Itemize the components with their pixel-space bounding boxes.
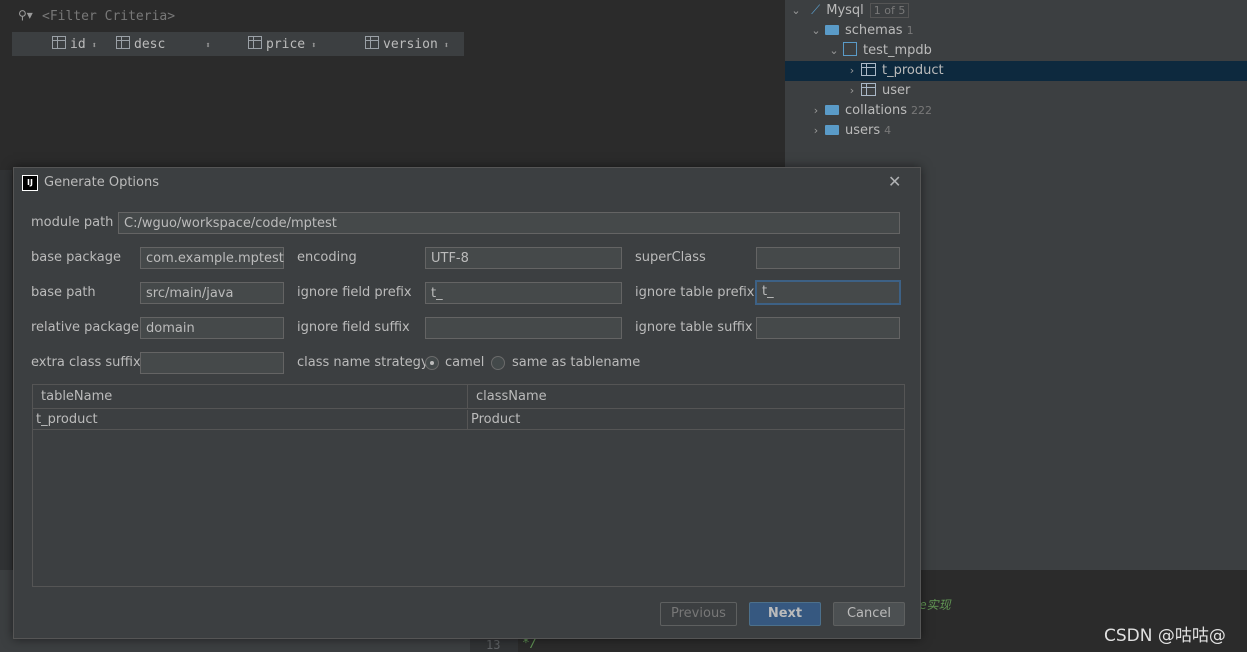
folder-icon bbox=[825, 105, 839, 115]
tree-count: 222 bbox=[910, 104, 932, 117]
column-version[interactable]: version ⬍ bbox=[365, 36, 449, 52]
chevron-down-icon[interactable]: ⌄ bbox=[809, 21, 823, 41]
grid-column-header: id ⬍ desc ⬍ price ⬍ version ⬍ bbox=[12, 32, 464, 56]
sort-icon[interactable]: ⬍ bbox=[205, 41, 210, 51]
folder-icon bbox=[825, 25, 839, 35]
table-row-classname[interactable]: Product bbox=[468, 410, 904, 430]
column-icon bbox=[248, 36, 262, 49]
filter-input[interactable]: <Filter Criteria> bbox=[42, 9, 175, 24]
column-header-tablename[interactable]: tableName bbox=[33, 385, 468, 409]
base-path-field[interactable]: src/main/java bbox=[140, 282, 284, 304]
column-header-classname[interactable]: className bbox=[468, 385, 904, 409]
table-icon bbox=[861, 83, 876, 96]
datasource-badge[interactable]: 1 of 5 bbox=[869, 3, 910, 18]
tree-item-schemas[interactable]: ⌄ schemas 1 bbox=[809, 21, 914, 41]
base-package-field[interactable]: com.example.mptest bbox=[140, 247, 284, 269]
tree-label: collations bbox=[845, 103, 907, 118]
encoding-field[interactable]: UTF-8 bbox=[425, 247, 622, 269]
superclass-label: superClass bbox=[635, 250, 706, 265]
radio-camel[interactable] bbox=[425, 356, 439, 370]
table-row-tablename[interactable]: t_product bbox=[33, 410, 468, 430]
chevron-down-icon[interactable]: ⌄ bbox=[789, 1, 803, 21]
generate-options-dialog: IJ Generate Options ✕ module path C:/wgu… bbox=[13, 167, 921, 639]
search-icon[interactable]: ⚲▾ bbox=[18, 8, 33, 22]
chevron-right-icon[interactable]: › bbox=[845, 81, 859, 101]
chevron-down-icon[interactable]: ⌄ bbox=[827, 41, 841, 61]
base-package-label: base package bbox=[31, 250, 122, 265]
tree-item-t-product[interactable]: › t_product bbox=[785, 61, 1247, 81]
tree-count: 1 bbox=[906, 24, 914, 37]
class-name-strategy-label: class name strategy bbox=[297, 355, 429, 370]
tree-item-user[interactable]: › user bbox=[845, 81, 910, 101]
radio-same-as-tablename[interactable] bbox=[491, 356, 505, 370]
tree-label: user bbox=[882, 83, 911, 98]
chevron-right-icon[interactable]: › bbox=[809, 101, 823, 121]
line-number: 13 bbox=[486, 638, 501, 652]
tree-label: schemas bbox=[845, 23, 903, 38]
ignore-field-prefix-label: ignore field prefix bbox=[297, 285, 412, 300]
chevron-right-icon[interactable]: › bbox=[809, 121, 823, 141]
base-path-label: base path bbox=[31, 285, 96, 300]
filter-bar[interactable]: ⚲▾ <Filter Criteria> bbox=[12, 0, 785, 32]
superclass-field[interactable] bbox=[756, 247, 900, 269]
relative-package-label: relative package bbox=[31, 320, 140, 335]
watermark: CSDN @咕咕@ bbox=[1104, 626, 1226, 646]
column-price[interactable]: price ⬍ bbox=[248, 36, 317, 52]
ignore-table-suffix-field[interactable] bbox=[756, 317, 900, 339]
radio-camel-label[interactable]: camel bbox=[445, 355, 484, 370]
column-icon bbox=[52, 36, 66, 49]
column-icon bbox=[116, 36, 130, 49]
folder-icon bbox=[825, 125, 839, 135]
extra-class-suffix-label: extra class suffix bbox=[31, 355, 141, 370]
next-button[interactable]: Next bbox=[749, 602, 821, 626]
sort-icon[interactable]: ⬍ bbox=[92, 41, 97, 51]
previous-button[interactable]: Previous bbox=[660, 602, 737, 626]
tree-item-mysql[interactable]: ⌄ ⟋ Mysql 1 of 5 bbox=[789, 1, 910, 21]
ignore-table-prefix-field[interactable]: t_ bbox=[755, 280, 901, 305]
grid-body bbox=[12, 56, 785, 170]
tree-item-collations[interactable]: › collations 222 bbox=[809, 101, 932, 121]
sort-icon[interactable]: ⬍ bbox=[311, 41, 316, 51]
ignore-field-prefix-field[interactable]: t_ bbox=[425, 282, 622, 304]
ignore-table-prefix-label: ignore table prefix bbox=[635, 285, 755, 300]
close-icon[interactable]: ✕ bbox=[888, 172, 901, 191]
ignore-field-suffix-field[interactable] bbox=[425, 317, 622, 339]
dialog-title: Generate Options bbox=[44, 175, 160, 190]
schema-icon bbox=[843, 42, 857, 56]
relative-package-field[interactable]: domain bbox=[140, 317, 284, 339]
ignore-table-suffix-label: ignore table suffix bbox=[635, 320, 753, 335]
chevron-right-icon[interactable]: › bbox=[845, 61, 859, 81]
module-path-field[interactable]: C:/wguo/workspace/code/mptest bbox=[118, 212, 900, 234]
sort-icon[interactable]: ⬍ bbox=[444, 41, 449, 51]
tree-label: users bbox=[845, 123, 881, 138]
module-path-label: module path bbox=[31, 215, 114, 230]
column-icon bbox=[365, 36, 379, 49]
radio-same-as-tablename-label[interactable]: same as tablename bbox=[512, 355, 640, 370]
mysql-icon: ⟋ bbox=[811, 3, 821, 18]
ignore-field-suffix-label: ignore field suffix bbox=[297, 320, 410, 335]
table-icon bbox=[861, 63, 876, 76]
table-mapping-grid: tableName className t_product Product bbox=[32, 384, 905, 587]
tree-label: t_product bbox=[882, 63, 944, 78]
column-desc[interactable]: desc ⬍ bbox=[116, 36, 211, 52]
encoding-label: encoding bbox=[297, 250, 357, 265]
intellij-icon: IJ bbox=[22, 175, 38, 191]
column-id[interactable]: id ⬍ bbox=[52, 36, 97, 52]
cancel-button[interactable]: Cancel bbox=[833, 602, 905, 626]
extra-class-suffix-field[interactable] bbox=[140, 352, 284, 374]
tree-label: Mysql bbox=[826, 3, 864, 18]
tree-label: test_mpdb bbox=[863, 43, 932, 58]
tree-item-test-mpdb[interactable]: ⌄ test_mpdb bbox=[827, 41, 932, 61]
data-grid: ⚲▾ <Filter Criteria> id ⬍ desc ⬍ price ⬍ ve… bbox=[0, 0, 785, 170]
tree-count: 4 bbox=[884, 124, 892, 137]
tree-item-users[interactable]: › users 4 bbox=[809, 121, 891, 141]
